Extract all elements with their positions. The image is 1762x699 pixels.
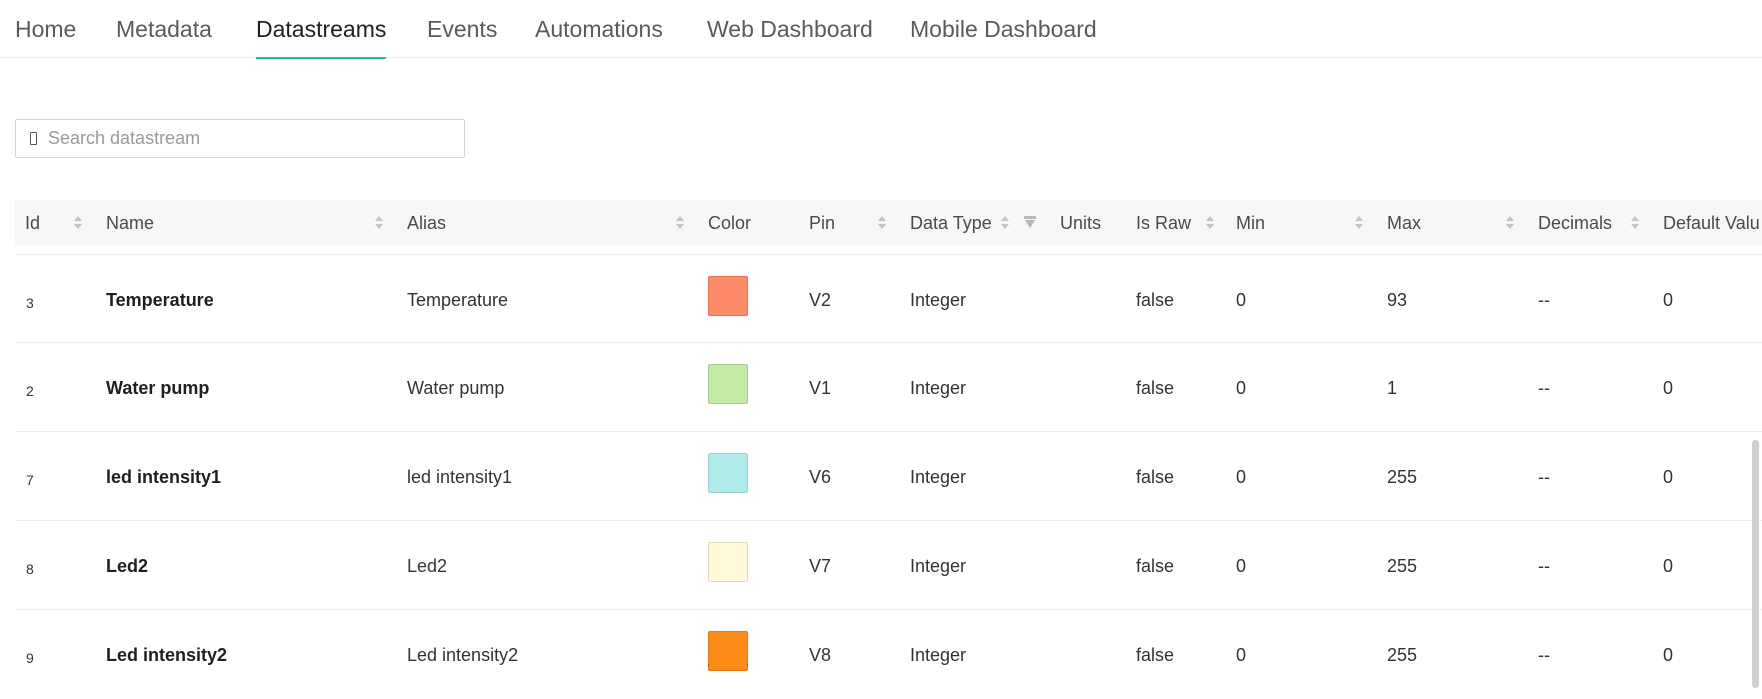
cell-default-value: 0 — [1663, 467, 1674, 487]
table-row[interactable]: 2 Water pump Water pump V1 Integer false… — [15, 343, 1762, 432]
color-swatch — [708, 364, 748, 404]
tab-home[interactable]: Home — [15, 14, 76, 44]
sort-icon[interactable] — [1000, 215, 1010, 231]
sort-icon[interactable] — [1205, 215, 1215, 231]
cell-min: 0 — [1236, 645, 1247, 665]
color-swatch — [708, 542, 748, 582]
cell-data-type: Integer — [910, 467, 967, 487]
cell-id: 8 — [26, 561, 34, 577]
sort-icon[interactable] — [1505, 215, 1515, 231]
cell-is-raw: false — [1136, 556, 1175, 576]
tab-mobile-dashboard[interactable]: Mobile Dashboard — [910, 14, 1097, 44]
cell-alias: Led2 — [407, 556, 448, 576]
column-header-decimals[interactable]: Decimals — [1538, 200, 1612, 246]
table-row[interactable]: 7 led intensity1 led intensity1 V6 Integ… — [15, 432, 1762, 521]
cell-pin: V7 — [809, 556, 832, 576]
cell-max: 1 — [1387, 378, 1398, 398]
cell-min: 0 — [1236, 556, 1247, 576]
cell-name: led intensity1 — [106, 467, 222, 487]
sort-icon[interactable] — [73, 215, 83, 231]
table-row[interactable]: 9 Led intensity2 Led intensity2 V8 Integ… — [15, 610, 1762, 699]
cell-pin: V2 — [809, 290, 832, 310]
tab-metadata[interactable]: Metadata — [116, 14, 212, 44]
column-header-default-value[interactable]: Default Valu — [1663, 200, 1760, 246]
sort-icon[interactable] — [675, 215, 685, 231]
color-swatch — [708, 631, 748, 671]
cell-data-type: Integer — [910, 378, 967, 398]
color-swatch — [708, 453, 748, 493]
column-header-name[interactable]: Name — [106, 200, 154, 246]
tab-datastreams[interactable]: Datastreams — [256, 14, 387, 59]
column-header-min[interactable]: Min — [1236, 200, 1265, 246]
column-header-data-type[interactable]: Data Type — [910, 200, 992, 246]
column-header-units: Units — [1060, 213, 1102, 233]
cell-min: 0 — [1236, 378, 1247, 398]
column-header-color: Color — [708, 213, 752, 233]
cell-is-raw: false — [1136, 378, 1175, 398]
cell-decimals: -- — [1538, 290, 1550, 310]
cell-decimals: -- — [1538, 556, 1550, 576]
cell-name: Led intensity2 — [106, 645, 228, 665]
cell-default-value: 0 — [1663, 378, 1674, 398]
cell-alias: led intensity1 — [407, 467, 513, 487]
cell-max: 255 — [1387, 645, 1418, 665]
cell-data-type: Integer — [910, 290, 967, 310]
column-header-is-raw[interactable]: Is Raw — [1136, 200, 1191, 246]
sort-icon[interactable] — [877, 215, 887, 231]
cell-max: 255 — [1387, 467, 1418, 487]
sort-icon[interactable] — [374, 215, 384, 231]
cell-pin: V1 — [809, 378, 832, 398]
sort-icon[interactable] — [1354, 215, 1364, 231]
sort-icon[interactable] — [1630, 215, 1640, 231]
cell-min: 0 — [1236, 467, 1247, 487]
cell-pin: V8 — [809, 645, 832, 665]
cell-name: Led2 — [106, 556, 149, 576]
cell-alias: Temperature — [407, 290, 509, 310]
table-header: Id Name Alias Color Pin Data Type Units … — [15, 200, 1762, 246]
cell-alias: Led intensity2 — [407, 645, 519, 665]
cell-default-value: 0 — [1663, 556, 1674, 576]
cell-alias: Water pump — [407, 378, 505, 398]
cell-id: 9 — [26, 650, 34, 666]
search-icon — [30, 132, 37, 145]
table-row[interactable]: 3 Temperature Temperature V2 Integer fal… — [15, 254, 1762, 343]
tab-bar: Home Metadata Datastreams Events Automat… — [0, 0, 1762, 59]
table-row[interactable]: 8 Led2 Led2 V7 Integer false 0 255 -- 0 — [15, 521, 1762, 610]
cell-is-raw: false — [1136, 290, 1175, 310]
color-swatch — [708, 276, 748, 316]
cell-data-type: Integer — [910, 556, 967, 576]
cell-decimals: -- — [1538, 467, 1550, 487]
cell-is-raw: false — [1136, 467, 1175, 487]
column-header-id[interactable]: Id — [25, 200, 40, 246]
search-box — [15, 119, 465, 158]
cell-name: Temperature — [106, 290, 214, 310]
cell-is-raw: false — [1136, 645, 1175, 665]
cell-decimals: -- — [1538, 645, 1550, 665]
filter-icon[interactable] — [1024, 216, 1036, 230]
column-header-pin[interactable]: Pin — [809, 200, 835, 246]
cell-default-value: 0 — [1663, 290, 1674, 310]
cell-id: 2 — [26, 383, 34, 399]
vertical-scrollbar[interactable] — [1752, 440, 1759, 688]
cell-max: 255 — [1387, 556, 1418, 576]
cell-pin: V6 — [809, 467, 832, 487]
tab-web-dashboard[interactable]: Web Dashboard — [707, 14, 873, 44]
cell-default-value: 0 — [1663, 645, 1674, 665]
tab-automations[interactable]: Automations — [535, 14, 663, 44]
tab-events[interactable]: Events — [427, 14, 497, 44]
cell-id: 7 — [26, 472, 34, 488]
cell-decimals: -- — [1538, 378, 1550, 398]
cell-name: Water pump — [106, 378, 210, 398]
cell-data-type: Integer — [910, 645, 967, 665]
cell-max: 93 — [1387, 290, 1408, 310]
column-header-alias[interactable]: Alias — [407, 200, 446, 246]
cell-min: 0 — [1236, 290, 1247, 310]
search-input[interactable] — [48, 128, 438, 149]
column-header-max[interactable]: Max — [1387, 200, 1421, 246]
cell-id: 3 — [26, 295, 34, 311]
